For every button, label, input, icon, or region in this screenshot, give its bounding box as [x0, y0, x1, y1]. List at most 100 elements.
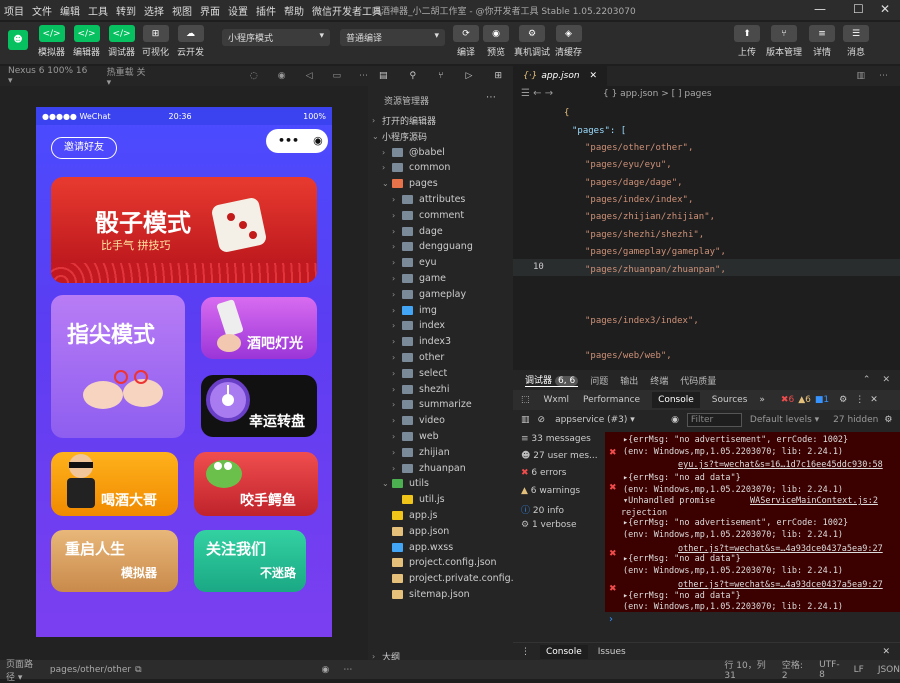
- tree-item[interactable]: util.js: [392, 492, 445, 508]
- more-icon[interactable]: ⋮: [521, 647, 530, 657]
- menu-settings[interactable]: 设置: [224, 3, 252, 18]
- output-tab[interactable]: 输出: [620, 374, 638, 387]
- tree-item[interactable]: sitemap.json: [382, 586, 470, 602]
- console-prompt[interactable]: ›: [609, 614, 613, 625]
- more-icon[interactable]: •••: [278, 134, 299, 147]
- editor-button[interactable]: </> 编辑器: [73, 25, 100, 58]
- more-icon[interactable]: ⋯: [359, 71, 368, 81]
- tree-item[interactable]: › video: [392, 413, 445, 429]
- tree-item[interactable]: › gameplay: [392, 286, 466, 302]
- clear-cache-button[interactable]: ◈ 清缓存: [555, 25, 582, 58]
- levels-select[interactable]: Default levels ▾: [750, 415, 819, 425]
- console-message[interactable]: other.js?t=wechat&s=…4a93dce0437a5ea9:27: [678, 544, 883, 554]
- debugger-button[interactable]: </> 调试器: [108, 25, 135, 58]
- close-icon[interactable]: ✕: [590, 71, 598, 81]
- filter-input[interactable]: Filter: [686, 413, 742, 427]
- block-icon[interactable]: ⊘: [538, 415, 546, 425]
- sources-tab[interactable]: Sources: [712, 395, 748, 405]
- remote-debug-button[interactable]: ⚙ 真机调试: [514, 25, 550, 58]
- screen-icon[interactable]: ▭: [332, 71, 341, 81]
- rotate-icon[interactable]: ◌: [250, 71, 258, 81]
- close-icon[interactable]: ✕: [882, 375, 890, 385]
- console-filter-item[interactable]: ≡ 33 messages: [521, 434, 591, 444]
- tree-item[interactable]: › zhijian: [392, 444, 450, 460]
- tree-item[interactable]: › img: [392, 302, 437, 318]
- upload-button[interactable]: ⬆ 上传: [734, 25, 760, 58]
- console-message[interactable]: other.js?t=wechat&s=…4a93dce0437a5ea9:27: [678, 580, 883, 590]
- tree-item[interactable]: ⌄ utils: [382, 476, 429, 492]
- tree-item[interactable]: project.private.config.js...: [382, 571, 530, 587]
- menu-select[interactable]: 选择: [140, 3, 168, 18]
- tree-item[interactable]: › @babel: [382, 144, 445, 160]
- tree-item[interactable]: › dengguang: [392, 239, 473, 255]
- git-icon[interactable]: ⑂: [438, 71, 443, 81]
- problems-tab[interactable]: 问题: [590, 374, 608, 387]
- debug-icon[interactable]: ▷: [466, 71, 473, 81]
- compile-select[interactable]: 普通编译 ▾: [340, 29, 445, 46]
- indent-setting[interactable]: 空格: 2: [782, 658, 805, 681]
- close-button[interactable]: ✕: [880, 2, 890, 16]
- tree-item[interactable]: › dage: [392, 223, 443, 239]
- tree-item[interactable]: ⌄ pages: [382, 176, 438, 192]
- more-tabs[interactable]: »: [759, 395, 765, 405]
- open-editors-section[interactable]: › 打开的编辑器: [372, 112, 436, 128]
- info-count[interactable]: ■1: [815, 395, 829, 405]
- more-icon[interactable]: ⋯: [879, 71, 888, 81]
- eye-icon[interactable]: ◉: [671, 415, 679, 425]
- mode-select[interactable]: 小程序模式 ▾: [222, 29, 330, 46]
- context-select[interactable]: appservice (#3) ▾: [555, 415, 665, 425]
- console-filter-item[interactable]: ⓘ 20 info: [521, 503, 564, 516]
- performance-tab[interactable]: Performance: [583, 395, 640, 405]
- tree-item[interactable]: › index: [392, 318, 445, 334]
- bar-light-card[interactable]: 酒吧灯光: [201, 297, 317, 359]
- sidebar-toggle-icon[interactable]: ▥: [521, 415, 530, 425]
- terminal-tab[interactable]: 终端: [650, 374, 668, 387]
- project-section[interactable]: ⌄ 小程序源码: [372, 128, 427, 144]
- warning-count[interactable]: ▲6: [798, 395, 811, 405]
- invite-button[interactable]: 邀请好友: [51, 137, 117, 159]
- split-icon[interactable]: ▥: [856, 71, 865, 81]
- tree-item[interactable]: › zhuanpan: [392, 460, 466, 476]
- device-select[interactable]: Nexus 6 100% 16 ▾: [8, 66, 93, 86]
- console-message[interactable]: WAServiceMainContext.js:2: [750, 496, 878, 506]
- close-icon[interactable]: ✕: [870, 395, 878, 405]
- stop-icon[interactable]: ◉: [278, 71, 286, 81]
- menu-help[interactable]: 帮助: [280, 3, 308, 18]
- language-mode[interactable]: JSON: [878, 665, 900, 675]
- simulator-button[interactable]: </> 模拟器: [38, 25, 65, 58]
- tree-item[interactable]: › comment: [392, 207, 464, 223]
- more-icon[interactable]: ⋮: [855, 395, 864, 405]
- capsule-menu[interactable]: ••• ◉: [266, 129, 328, 153]
- wxml-tab[interactable]: Wxml: [544, 395, 570, 405]
- console-filter-item[interactable]: ⚙ 1 verbose: [521, 520, 577, 530]
- error-count[interactable]: ✖6: [781, 395, 794, 405]
- console-filter-item[interactable]: ☻ 27 user mes...: [521, 451, 598, 461]
- tree-item[interactable]: › game: [392, 270, 446, 286]
- menu-view[interactable]: 视图: [168, 3, 196, 18]
- life-restart-card[interactable]: 重启人生 模拟器: [51, 530, 178, 592]
- tree-item[interactable]: app.js: [382, 507, 438, 523]
- tree-item[interactable]: › eyu: [392, 255, 437, 271]
- more-icon[interactable]: ⋯: [486, 92, 496, 103]
- tree-item[interactable]: › summarize: [392, 397, 472, 413]
- more-icon[interactable]: ⋯: [343, 665, 352, 675]
- encoding[interactable]: UTF-8: [819, 660, 840, 680]
- minimize-button[interactable]: —: [814, 2, 826, 16]
- drawer-issues-tab[interactable]: Issues: [598, 647, 626, 657]
- tree-item[interactable]: › shezhi: [392, 381, 449, 397]
- dice-mode-card[interactable]: 骰子模式 比手气 拼技巧: [51, 177, 317, 283]
- menu-project[interactable]: 项目: [0, 3, 28, 18]
- debugger-tab[interactable]: 调试器 6, 6: [525, 373, 579, 387]
- messages-button[interactable]: ☰ 消息: [843, 25, 869, 58]
- volume-icon[interactable]: ◁: [306, 71, 313, 81]
- extensions-icon[interactable]: ⊞: [494, 71, 502, 81]
- tree-item[interactable]: app.wxss: [382, 539, 453, 555]
- compile-button[interactable]: ⟳ 编译: [453, 25, 479, 58]
- fingertip-mode-card[interactable]: 指尖模式: [51, 295, 185, 438]
- lucky-wheel-card[interactable]: 幸运转盘: [201, 375, 317, 437]
- hot-reload-toggle[interactable]: 热重载 关 ▾: [107, 65, 152, 88]
- chevron-up-icon[interactable]: ⌃: [863, 375, 871, 385]
- tree-item[interactable]: › web: [392, 428, 439, 444]
- nav-arrows[interactable]: ☰ ← →: [521, 88, 553, 99]
- code-quality-tab[interactable]: 代码质量: [680, 374, 716, 387]
